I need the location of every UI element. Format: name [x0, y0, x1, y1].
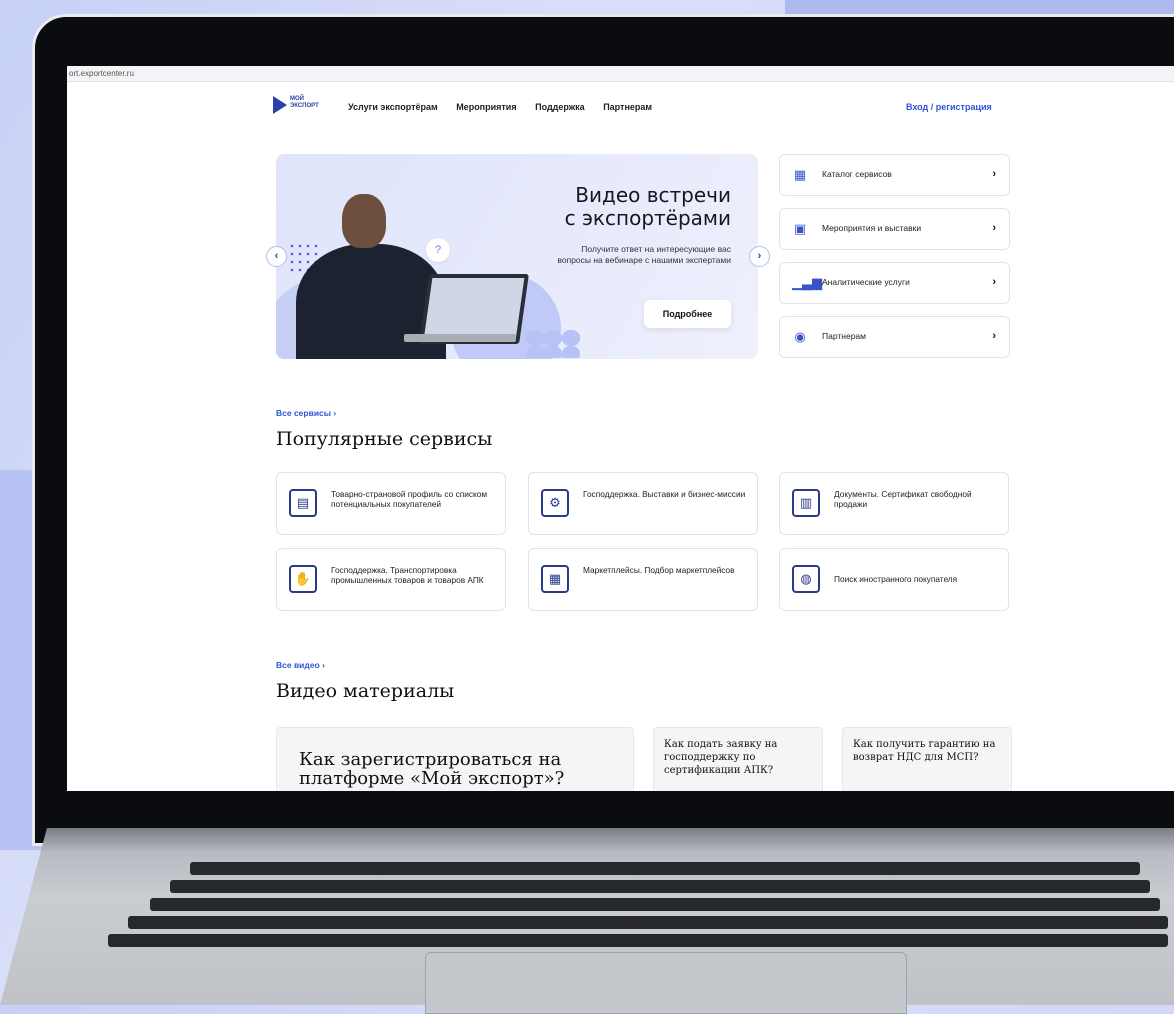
carousel-next-button[interactable]: › [749, 246, 770, 267]
url-text: ort.exportcenter.ru [69, 69, 134, 78]
hero-title-line2: с экспортёрами [564, 206, 731, 230]
all-services-label: Все сервисы [276, 408, 332, 418]
catalog-icon: ▦ [793, 167, 807, 182]
carousel-prev-button[interactable]: ‹ [266, 246, 287, 267]
keyboard-row [108, 934, 1168, 947]
service-card[interactable]: ◍ Поиск иностранного покупателя [779, 548, 1009, 611]
marketplace-icon: ▦ [541, 565, 569, 593]
hero-laptop-base [404, 334, 516, 342]
chevron-right-icon: › [333, 408, 337, 418]
side-menu-label: Каталог сервисов [822, 169, 892, 179]
main-nav: Услуги экспортёрам Мероприятия Поддержка… [348, 102, 668, 112]
gears-icon: ⚙ [541, 489, 569, 517]
nav-item-services[interactable]: Услуги экспортёрам [348, 102, 438, 112]
video-card[interactable]: Как получить гарантию на возврат НДС для… [842, 727, 1012, 791]
hero-banner: ? Видео встречи с экспортёрами Получите … [276, 154, 758, 359]
details-button[interactable]: Подробнее [644, 300, 731, 328]
service-card[interactable]: ▦ Маркетплейсы. Подбор маркетплейсов [528, 548, 758, 611]
service-card[interactable]: ⚙ Господдержка. Выставки и бизнес-миссии [528, 472, 758, 535]
chevron-right-icon: › [992, 222, 996, 234]
keyboard-row [170, 880, 1150, 893]
transport-hand-icon: ✋ [289, 565, 317, 593]
service-label: Товарно-страновой профиль со списком пот… [331, 489, 488, 509]
side-menu-label: Мероприятия и выставки [822, 223, 922, 233]
login-link[interactable]: Вход / регистрация [906, 102, 992, 112]
keyboard-row [128, 916, 1168, 929]
chevron-right-icon: › [992, 276, 996, 288]
video-title: Как подать заявку на господдержку по сер… [664, 739, 778, 776]
all-services-link[interactable]: Все сервисы › [276, 408, 336, 418]
profile-document-icon: ▤ [289, 489, 317, 517]
all-videos-link[interactable]: Все видео › [276, 660, 325, 670]
service-label: Господдержка. Выставки и бизнес-миссии [583, 489, 746, 499]
globe-hands-icon: ◍ [792, 565, 820, 593]
service-label: Поиск иностранного покупателя [834, 574, 958, 584]
popular-services-title: Популярные сервисы [276, 428, 493, 450]
keyboard-row [190, 862, 1140, 875]
hero-subtitle: Получите ответ на интересующие вас вопро… [557, 244, 731, 265]
partners-icon: ◉ [794, 329, 806, 344]
chevron-right-icon: › [322, 660, 325, 670]
all-videos-label: Все видео [276, 660, 320, 670]
service-card[interactable]: ✋ Господдержка. Транспортировка промышле… [276, 548, 506, 611]
service-label: Документы. Сертификат свободной продажи [834, 489, 972, 509]
certificate-icon: ▥ [792, 489, 820, 517]
hero-person-head [342, 194, 386, 248]
video-title: Как зарегистрироваться на платформе «Мой… [299, 749, 565, 789]
logo[interactable]: МОЙ ЭКСПОРТ [273, 94, 323, 116]
nav-item-events[interactable]: Мероприятия [456, 102, 516, 112]
decor-circles [526, 330, 580, 358]
video-title: Как получить гарантию на возврат НДС для… [853, 739, 996, 763]
hero-title: Видео встречи с экспортёрами [565, 184, 731, 230]
service-label: Маркетплейсы. Подбор маркетплейсов [583, 565, 735, 575]
address-bar[interactable]: ort.exportcenter.ru [67, 66, 1174, 82]
logo-line1: МОЙ [290, 96, 304, 102]
question-bubble-icon: ? [426, 238, 450, 262]
side-menu-analytics[interactable]: ▁▃▆ Аналитические услуги › [779, 262, 1010, 304]
browser-screen: ort.exportcenter.ru МОЙ ЭКСПОРТ Услуги э… [67, 66, 1174, 791]
chevron-right-icon: › [992, 168, 996, 180]
side-menu-label: Аналитические услуги [822, 277, 910, 287]
hero-title-line1: Видео встречи [575, 183, 731, 207]
side-menu-catalog[interactable]: ▦ Каталог сервисов › [779, 154, 1010, 196]
video-card[interactable]: Как подать заявку на господдержку по сер… [653, 727, 823, 791]
logo-line2: ЭКСПОРТ [290, 103, 319, 109]
logo-text: МОЙ ЭКСПОРТ [290, 96, 319, 110]
video-card[interactable]: Как зарегистрироваться на платформе «Мой… [276, 727, 634, 791]
keyboard-row [150, 898, 1160, 911]
nav-item-support[interactable]: Поддержка [535, 102, 585, 112]
nav-item-partners[interactable]: Партнерам [603, 102, 652, 112]
service-card[interactable]: ▥ Документы. Сертификат свободной продаж… [779, 472, 1009, 535]
analytics-chart-icon: ▁▃▆ [792, 275, 822, 290]
side-menu-label: Партнерам [822, 331, 866, 341]
side-menu-events[interactable]: ▣ Мероприятия и выставки › [779, 208, 1010, 250]
site-header: МОЙ ЭКСПОРТ Услуги экспортёрам Мероприят… [67, 82, 1174, 122]
videos-title: Видео материалы [276, 680, 455, 702]
logo-mark-icon [273, 96, 287, 114]
service-card[interactable]: ▤ Товарно-страновой профиль со списком п… [276, 472, 506, 535]
side-menu-partners[interactable]: ◉ Партнерам › [779, 316, 1010, 358]
service-label: Господдержка. Транспортировка промышленн… [331, 565, 484, 585]
chevron-right-icon: › [992, 330, 996, 342]
calendar-icon: ▣ [793, 221, 807, 236]
